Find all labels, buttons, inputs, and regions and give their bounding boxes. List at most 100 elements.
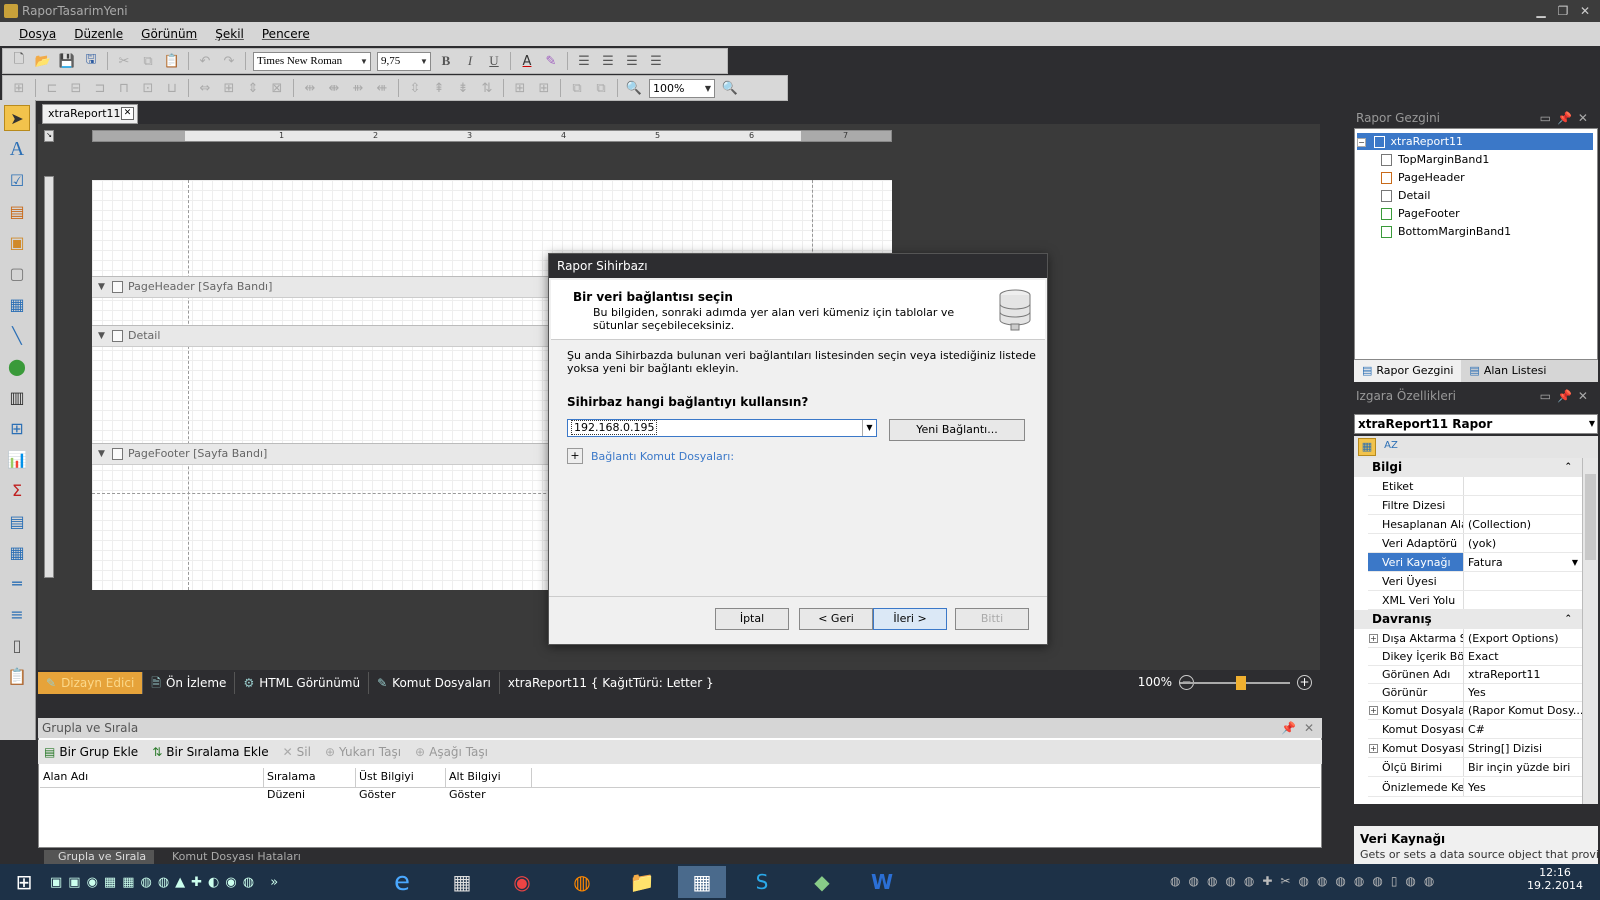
bold-icon[interactable]: B [435, 51, 457, 71]
crossband-line-tool-icon[interactable]: ≡ [4, 601, 30, 627]
align-middles-icon[interactable]: ⊡ [137, 78, 159, 98]
restore-icon[interactable]: ❐ [1552, 2, 1574, 20]
pivot-tool-icon[interactable]: ▦ [4, 539, 30, 565]
tab-preview[interactable]: 🗎 Ön İzleme [143, 672, 236, 694]
same-width-icon[interactable]: ⇔ [194, 78, 216, 98]
property-row[interactable]: Ölçü Birimi Bir inçin yüzde biri [1368, 758, 1582, 777]
tab-designer[interactable]: ✎ Dizayn Edici [38, 672, 144, 694]
h-spacing-remove-icon[interactable]: ⇺ [371, 78, 393, 98]
subreport-tool-icon[interactable]: ▤ [4, 508, 30, 534]
tab-scripts[interactable]: ✎ Komut Dosyaları [369, 672, 500, 694]
column-header[interactable]: Sıralama Düzeni [264, 768, 356, 801]
align-left-icon[interactable]: ☰ [573, 51, 595, 71]
column-header[interactable]: Alt Bilgiyi Göster [446, 768, 532, 801]
pagebreak-tool-icon[interactable]: ═ [4, 570, 30, 596]
align-centers-icon[interactable]: ⊟ [65, 78, 87, 98]
property-row[interactable]: + Komut Dosyaları (Rapor Komut Dosy... [1368, 701, 1582, 720]
font-size-combo[interactable]: 9,75 ▼ [377, 51, 431, 71]
tree-root[interactable]: − xtraReport11 [1357, 133, 1593, 150]
property-row[interactable]: Komut Dosyası DiC# [1368, 720, 1582, 739]
zoom-in-icon[interactable]: 🔍 [719, 78, 741, 98]
align-tops-icon[interactable]: ⊓ [113, 78, 135, 98]
object-selector[interactable]: xtraReport11 Rapor ▼ [1354, 414, 1598, 434]
menu-duzenle[interactable]: Düzenle [65, 27, 132, 41]
zoom-in-icon[interactable]: + [1297, 675, 1312, 690]
tab-script-errors[interactable]: Komut Dosyası Hataları [158, 850, 308, 864]
scrollbar-thumb[interactable] [1585, 474, 1596, 560]
panel-tool-icon[interactable]: ▢ [4, 260, 30, 286]
align-to-grid-icon[interactable]: ⊞ [8, 78, 30, 98]
delete-button[interactable]: ✕ Sil [283, 745, 311, 759]
expand-icon[interactable]: + [1369, 744, 1378, 753]
firefox-icon[interactable]: ◍ [558, 866, 606, 898]
quick-launch-icons[interactable]: ▣▣◉▦▦◍◍▲✚◐◉◍ » [50, 866, 350, 898]
font-color-icon[interactable]: A [516, 51, 538, 71]
skype-icon[interactable]: S [738, 866, 786, 898]
tree-node[interactable]: PageFooter [1381, 205, 1460, 222]
h-spacing-inc-icon[interactable]: ⇼ [323, 78, 345, 98]
property-row-selected[interactable]: Veri Kaynağı Fatura ▼ [1368, 553, 1582, 572]
visual-studio-icon[interactable]: ◆ [798, 866, 846, 898]
property-value[interactable] [1464, 496, 1582, 514]
cut-icon[interactable]: ✂ [113, 51, 135, 71]
close-icon[interactable]: ✕ [1574, 2, 1596, 20]
size-to-grid-icon[interactable]: ⊞ [218, 78, 240, 98]
undo-icon[interactable]: ↶ [194, 51, 216, 71]
bring-to-front-icon[interactable]: ⧉ [566, 78, 588, 98]
property-row[interactable]: Veri Adaptörü (yok) [1368, 534, 1582, 553]
panel-buttons[interactable]: ▭📌✕ [1540, 108, 1594, 128]
zoom-out-icon[interactable]: 🔍 [623, 78, 645, 98]
tab-group-sort[interactable]: Grupla ve Sırala [44, 850, 154, 864]
property-value[interactable] [1464, 572, 1582, 590]
property-value[interactable]: Yes [1464, 683, 1582, 701]
label-tool-icon[interactable]: A [4, 136, 30, 162]
italic-icon[interactable]: I [459, 51, 481, 71]
same-size-icon[interactable]: ⊠ [266, 78, 288, 98]
table-tool-icon[interactable]: ▦ [4, 291, 30, 317]
sum-tool-icon[interactable]: Σ [4, 477, 30, 503]
chrome-icon[interactable]: ◉ [498, 866, 546, 898]
v-spacing-dec-icon[interactable]: ⇟ [452, 78, 474, 98]
property-value[interactable]: Exact [1464, 647, 1582, 665]
explorer-icon[interactable]: 📁 [618, 866, 666, 898]
align-right-icon[interactable]: ☰ [621, 51, 643, 71]
column-header[interactable]: Üst Bilgiyi Göster [356, 768, 446, 801]
h-spacing-dec-icon[interactable]: ⇻ [347, 78, 369, 98]
report-designer-icon[interactable]: ▦ [678, 866, 726, 898]
property-value[interactable]: C# [1464, 720, 1582, 738]
property-row[interactable]: Önizlemede KenaYes [1368, 778, 1582, 797]
picture-tool-icon[interactable]: ▣ [4, 229, 30, 255]
redo-icon[interactable]: ↷ [218, 51, 240, 71]
underline-icon[interactable]: U [483, 51, 505, 71]
next-button[interactable]: İleri > [873, 608, 947, 630]
zoom-combo[interactable]: 100% ▼ [649, 78, 715, 98]
add-sort-button[interactable]: ⇅ Bir Sıralama Ekle [152, 745, 268, 759]
new-connection-button[interactable]: Yeni Bağlantı... [889, 419, 1025, 441]
property-value[interactable]: Yes [1464, 778, 1582, 796]
collapse-icon[interactable]: ⌃ [1564, 458, 1572, 477]
pageinfo-tool-icon[interactable]: ▯ [4, 632, 30, 658]
property-value[interactable]: xtraReport11 [1464, 665, 1582, 683]
property-value[interactable]: (Rapor Komut Dosy... [1464, 701, 1582, 719]
finish-button[interactable]: Bitti [955, 608, 1029, 630]
connection-combo[interactable]: 192.168.0.195 ▼ [567, 419, 877, 437]
property-value[interactable]: (Collection) [1464, 515, 1582, 533]
tree-node[interactable]: BottomMarginBand1 [1381, 223, 1511, 240]
back-button[interactable]: < Geri [799, 608, 873, 630]
tray-icons[interactable]: ◍◍◍◍◍✚✂◍◍◍◍◍▯◍◍ [1170, 874, 1442, 888]
property-value[interactable]: (Export Options) [1464, 629, 1582, 647]
collapse-icon[interactable]: − [1357, 137, 1366, 147]
property-row[interactable]: XML Veri Yolu [1368, 591, 1582, 610]
cancel-button[interactable]: İptal [715, 608, 789, 630]
tab-field-list[interactable]: ▤ Alan Listesi [1461, 360, 1554, 382]
grid-app-icon[interactable]: ▦ [438, 866, 486, 898]
open-folder-icon[interactable]: 📂 [32, 51, 54, 71]
align-lefts-icon[interactable]: ⊏ [41, 78, 63, 98]
property-value[interactable]: Bir inçin yüzde biri [1464, 758, 1582, 776]
windows-start-icon[interactable]: ⊞ [0, 866, 48, 898]
align-bottoms-icon[interactable]: ⊔ [161, 78, 183, 98]
clipboard-tool-icon[interactable]: 📋 [4, 663, 30, 689]
menu-sekil[interactable]: Şekil [206, 27, 253, 41]
menu-gorunum[interactable]: Görünüm [132, 27, 206, 41]
v-spacing-remove-icon[interactable]: ⇅ [476, 78, 498, 98]
